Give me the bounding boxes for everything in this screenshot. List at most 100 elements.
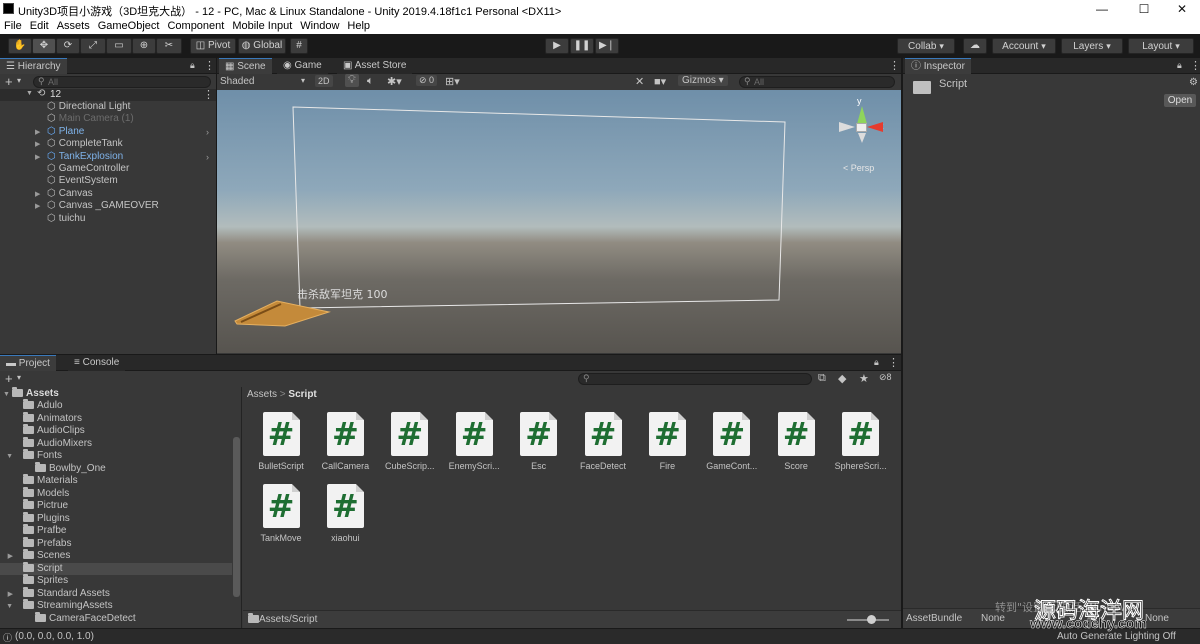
hidden-objects-toggle[interactable]: ⊘ 0 [416,75,438,86]
expand-arrow-icon[interactable]: ▼ [0,601,13,613]
tab-inspector[interactable]: ⓘ Inspector [905,58,971,74]
folder-tree-item[interactable]: CameraFaceDetect [0,611,232,626]
script-asset[interactable]: # TankMove [249,484,313,543]
menu-gameobject[interactable]: GameObject [94,18,164,34]
folder-tree-item[interactable]: Script [0,561,232,575]
expand-arrow-icon[interactable]: ▼ [0,451,13,463]
prefab-open-arrow-icon[interactable]: › [206,151,209,163]
folder-tree-item[interactable]: Pictrue [0,499,232,513]
folder-tree-item[interactable]: ▶ Scenes [0,549,232,563]
script-asset[interactable]: # Esc [507,412,571,471]
hierarchy-search-input[interactable]: ⚲ All [33,76,211,88]
folder-tree-item[interactable]: AudioClips [0,424,232,438]
folder-tree-item[interactable]: Animators [0,411,232,426]
expand-arrow-icon[interactable]: ▼ [26,90,33,97]
prefab-open-arrow-icon[interactable]: › [206,126,209,138]
gizmos-dropdown[interactable]: Gizmos ▾ [678,75,728,86]
menu-edit[interactable]: Edit [26,18,53,34]
layout-dropdown[interactable]: Layout [1128,38,1194,54]
orientation-gizmo[interactable]: y x < Persp [837,96,897,176]
hierarchy-item[interactable]: ⬡ EventSystem [38,175,118,187]
lock-icon[interactable]: 🔒︎ [190,60,195,71]
expand-arrow-icon[interactable]: ▶ [35,127,40,139]
move-tool-icon[interactable]: ✥ [32,38,56,54]
grid-snap-icon[interactable]: # [290,38,308,54]
tab-console[interactable]: ≡ Console [68,355,126,371]
script-asset[interactable]: # xiaohui [313,484,377,543]
folder-tree-item[interactable]: Materials [0,474,232,488]
pause-button[interactable]: ❚❚ [570,38,594,54]
tab-game[interactable]: ◉ Game [277,58,328,74]
filter-by-type-icon[interactable]: ⧉ [818,372,826,385]
script-asset[interactable]: # FaceDetect [571,412,635,471]
icon-size-slider-thumb[interactable] [867,615,876,624]
grid-icon[interactable]: ⊞▾ [445,75,460,88]
folder-tree-item[interactable]: Sprites [0,574,232,588]
expand-arrow-icon[interactable]: ▶ [35,201,40,213]
tab-hierarchy[interactable]: ☰ Hierarchy [0,58,67,74]
hierarchy-item[interactable]: ⬡ tuichu [38,213,85,225]
breadcrumb-script[interactable]: Script [288,389,316,400]
tab-scene[interactable]: ▦ Scene [219,58,272,74]
play-button[interactable]: ▶ [545,38,569,54]
custom-tool-icon[interactable]: ✂ [156,38,182,54]
breadcrumb-assets[interactable]: Assets [247,389,277,400]
hierarchy-item[interactable]: ⬡ GameController [38,163,129,175]
tree-root-assets[interactable]: ▼ Assets [3,387,59,401]
menu-window[interactable]: Window [296,18,343,34]
toggle-2d-button[interactable]: 2D [315,75,333,87]
expand-arrow-icon[interactable]: ▶ [35,139,40,151]
hierarchy-item[interactable]: ▶ ⬡ CompleteTank [35,138,123,151]
hidden-packages-toggle[interactable]: ⊘8 [879,372,892,383]
project-create-button[interactable]: + [5,372,13,385]
rotate-tool-icon[interactable]: ⟳ [56,38,80,54]
panel-menu-icon[interactable]: ⋮ [1190,59,1200,72]
shading-mode-dropdown[interactable]: Shaded [220,76,254,87]
minimize-button[interactable]: — [1082,1,1122,17]
menu-file[interactable]: File [0,18,26,34]
lock-icon[interactable]: 🔒︎ [874,357,879,368]
menu-mobile-input[interactable]: Mobile Input [228,18,296,34]
folder-tree-item[interactable]: AudioMixers [0,436,232,451]
expand-arrow-icon[interactable]: ▶ [35,189,40,201]
scale-tool-icon[interactable]: ⤢ [80,38,106,54]
menu-help[interactable]: Help [343,18,374,34]
transform-tool-icon[interactable]: ⊕ [132,38,156,54]
favorite-star-icon[interactable]: ★ [859,372,869,385]
chevron-down-icon[interactable]: ▾ [17,373,21,382]
persp-label[interactable]: < Persp [843,163,874,173]
tab-asset-store[interactable]: ▣ Asset Store [337,58,413,74]
maximize-button[interactable]: ☐ [1124,1,1164,17]
hand-tool-icon[interactable]: ✋ [8,38,32,54]
expand-arrow-icon[interactable]: ▶ [0,589,13,601]
menu-assets[interactable]: Assets [53,18,94,34]
tree-scrollbar[interactable] [233,437,240,597]
filter-by-label-icon[interactable]: ◆ [838,372,846,385]
script-asset[interactable]: # CubeScrip... [378,412,442,471]
panel-menu-icon[interactable]: ⋮ [888,356,899,369]
menu-component[interactable]: Component [163,18,228,34]
script-asset[interactable]: # Fire [635,412,699,471]
project-search-input[interactable]: ⚲ [578,373,812,385]
rect-tool-icon[interactable]: ▭ [106,38,132,54]
scene-search-input[interactable]: ⚲ All [739,76,895,88]
hierarchy-item[interactable]: ▶ ⬡ Canvas [35,188,93,201]
script-asset[interactable]: # EnemyScri... [442,412,506,471]
account-dropdown[interactable]: Account [992,38,1056,54]
effects-icon[interactable]: ✱▾ [387,75,402,88]
tab-project[interactable]: ▬ Project [0,355,56,371]
chevron-down-icon[interactable]: ▾ [301,76,305,85]
create-button[interactable]: + [5,75,13,88]
scene-menu-icon[interactable]: ⋮ [203,88,214,101]
cloud-icon[interactable]: ☁ [963,38,987,54]
scene-row[interactable]: ▼ ⟲ 12 ⋮ [0,88,216,101]
panel-menu-icon[interactable]: ⋮ [204,59,215,72]
script-asset[interactable]: # GameCont... [700,412,764,471]
folder-tree-item[interactable]: ▼ Fonts [0,449,232,463]
script-asset[interactable]: # SphereScri... [829,412,893,471]
folder-tree-item[interactable]: Prafbe [0,524,232,538]
collab-dropdown[interactable]: Collab [897,38,955,54]
layers-dropdown[interactable]: Layers [1061,38,1123,54]
hierarchy-item[interactable]: ⬡ Directional Light [38,101,130,113]
folder-tree-item[interactable]: ▼ StreamingAssets [0,599,232,613]
